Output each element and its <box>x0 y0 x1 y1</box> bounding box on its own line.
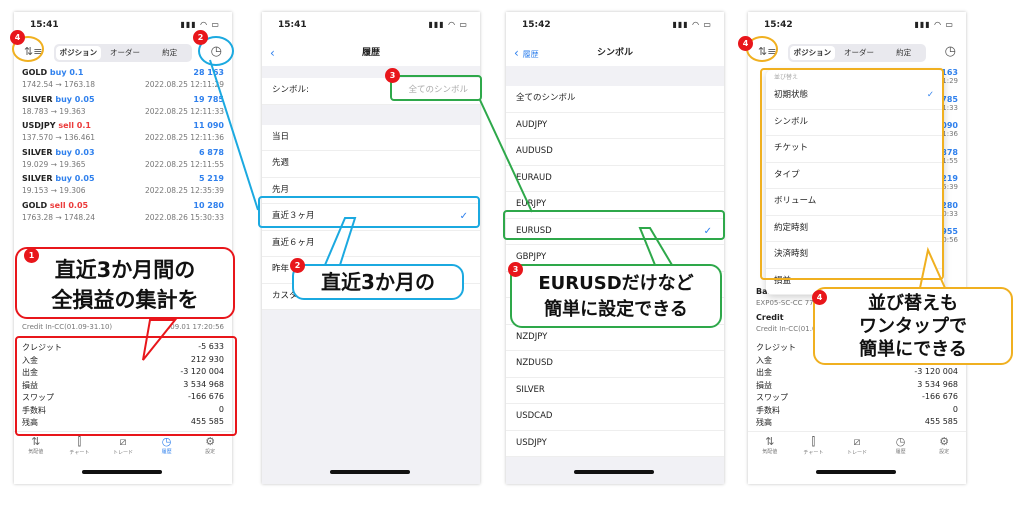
callout-line: EURUSDだけなど <box>538 273 694 294</box>
step-badge-4: 4 <box>812 290 827 305</box>
callout-sort: 並び替えも ワンタップで 簡単にできる <box>813 287 1013 365</box>
step-badge-4: 4 <box>738 36 753 51</box>
symbol-highlight-box <box>390 75 482 101</box>
step-badge-4: 4 <box>10 30 25 45</box>
callout-line: 全損益の集計を <box>51 288 199 312</box>
callout-line: 簡単に設定できる <box>544 299 688 320</box>
callout-line: 簡単にできる <box>859 339 967 360</box>
step-badge-3: 3 <box>508 262 523 277</box>
callout-summary: 直近3か月間の 全損益の集計を <box>15 247 235 319</box>
callout-line: 直近3か月の <box>321 270 435 294</box>
eurusd-highlight-box <box>503 210 725 240</box>
step-badge-3: 3 <box>385 68 400 83</box>
step-badge-1: 1 <box>24 248 39 263</box>
callout-line: ワンタップで <box>859 316 967 337</box>
summary-highlight-box <box>15 336 237 436</box>
step-badge-2: 2 <box>193 30 208 45</box>
period-highlight-box <box>258 196 480 228</box>
connector-line-green <box>479 99 533 213</box>
step-badge-2: 2 <box>290 258 305 273</box>
callout-symbol: EURUSDだけなど 簡単に設定できる <box>510 264 722 328</box>
connector-line-blue <box>209 59 259 211</box>
callout-line: 直近3か月間の <box>54 258 196 282</box>
callout-line: 並び替えも <box>868 293 958 314</box>
callout-period: 直近3か月の <box>292 264 464 300</box>
sort-menu-highlight-box <box>760 68 944 280</box>
